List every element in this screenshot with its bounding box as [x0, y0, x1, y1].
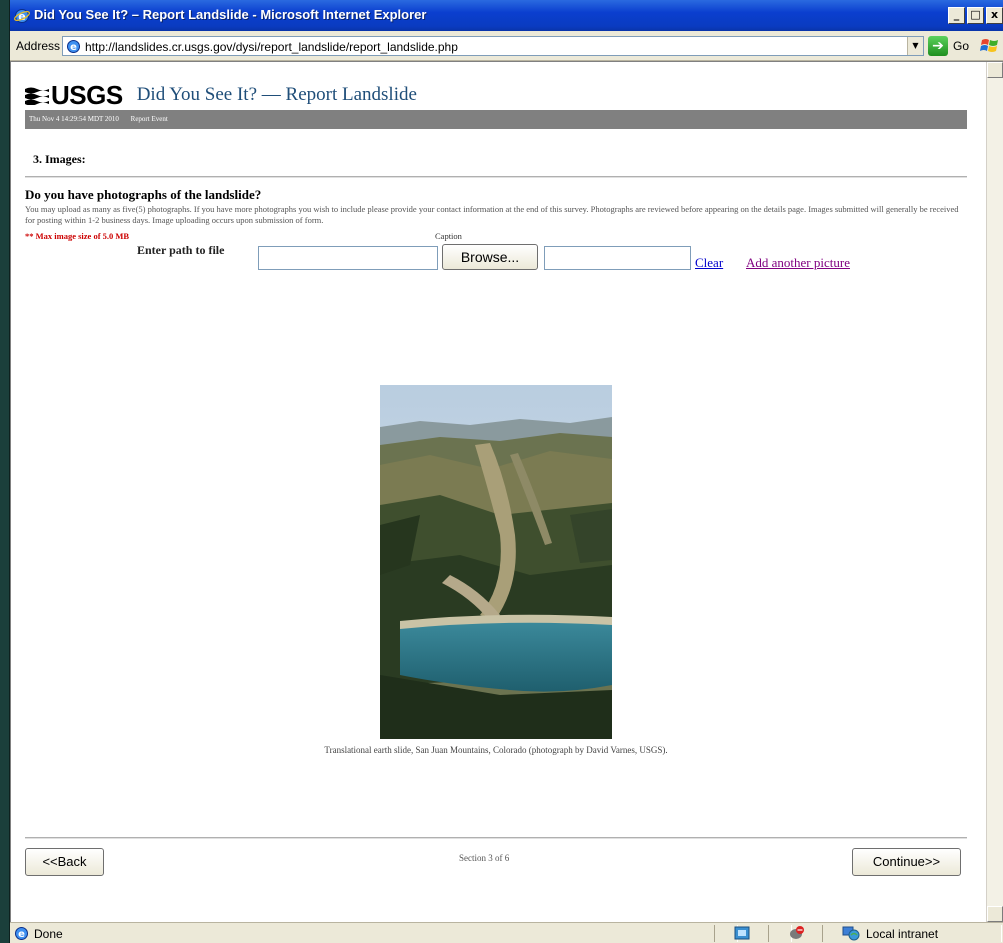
continue-button[interactable]: Continue>> [852, 848, 961, 876]
address-input[interactable]: e http://landslides.cr.usgs.gov/dysi/rep… [62, 36, 924, 56]
add-another-picture-link[interactable]: Add another picture [746, 255, 850, 271]
breadcrumb: Report Event [130, 115, 168, 123]
vertical-scrollbar[interactable] [986, 62, 1003, 922]
usgs-logo[interactable]: USGS [25, 80, 123, 111]
photo-question: Do you have photographs of the landslide… [25, 187, 262, 202]
page-icon: e [67, 40, 80, 53]
svg-text:e: e [18, 929, 25, 940]
go-arrow-icon: ➔ [928, 36, 948, 56]
page-header: USGS Did You See It? — Report Landslide [25, 80, 417, 110]
status-bar: e Done Local intranet [10, 922, 1003, 943]
minimize-button[interactable]: _ [948, 7, 965, 24]
back-button[interactable]: <<Back [25, 848, 104, 876]
page-done-icon: e [15, 927, 28, 940]
window-controls: _ □ x [948, 7, 1003, 24]
status-text: Done [34, 927, 63, 941]
section-heading: 3. Images: [33, 152, 86, 166]
local-intranet-icon [842, 926, 860, 941]
page-viewport: USGS Did You See It? — Report Landslide … [10, 61, 1003, 922]
windows-logo-icon [980, 39, 998, 52]
window-title: Did You See It? – Report Landslide - Mic… [34, 7, 427, 22]
internet-explorer-icon: e [14, 9, 30, 23]
address-label: Address [16, 39, 61, 53]
divider [25, 176, 967, 178]
browse-button[interactable]: Browse... [442, 244, 538, 270]
go-label: Go [953, 39, 970, 53]
usgs-wave-icon [25, 87, 49, 105]
info-bar: Thu Nov 4 14:29:54 MDT 2010 Report Event [25, 110, 967, 129]
zone-label: Local intranet [866, 927, 939, 941]
address-bar: Address e http://landslides.cr.usgs.gov/… [10, 31, 1003, 61]
scroll-up-button[interactable] [987, 62, 1003, 78]
upload-instructions: You may upload as many as five(5) photog… [25, 204, 959, 225]
scroll-down-button[interactable] [987, 906, 1003, 922]
divider-bottom [25, 837, 967, 839]
section-progress: Section 3 of 6 [459, 853, 510, 863]
title-bar[interactable]: e Did You See It? – Report Landslide - M… [10, 0, 1003, 31]
desktop-background [0, 0, 10, 943]
security-icon [734, 926, 750, 940]
photo-caption: Translational earth slide, San Juan Moun… [324, 745, 668, 755]
go-button[interactable]: ➔ Go [928, 36, 969, 56]
browser-window: e Did You See It? – Report Landslide - M… [10, 0, 1003, 943]
file-path-label: Enter path to file [137, 243, 225, 257]
popup-blocked-icon [790, 926, 804, 939]
address-url: http://landslides.cr.usgs.gov/dysi/repor… [85, 40, 458, 54]
clear-link[interactable]: Clear [695, 255, 723, 271]
landslide-photo [380, 385, 612, 739]
max-size-note: ** Max image size of 5.0 MB [25, 231, 130, 241]
usgs-logo-text: USGS [51, 79, 123, 110]
caption-column-label: Caption [435, 231, 462, 241]
web-page: USGS Did You See It? — Report Landslide … [11, 62, 986, 922]
restore-button[interactable]: □ [967, 7, 984, 24]
svg-text:e: e [70, 42, 77, 53]
close-button[interactable]: x [986, 7, 1003, 24]
caption-input[interactable] [544, 246, 691, 270]
timestamp: Thu Nov 4 14:29:54 MDT 2010 [29, 115, 119, 123]
file-path-input[interactable] [258, 246, 438, 270]
address-dropdown-button[interactable]: ▼ [907, 37, 923, 55]
page-title: Did You See It? — Report Landslide [136, 84, 417, 105]
